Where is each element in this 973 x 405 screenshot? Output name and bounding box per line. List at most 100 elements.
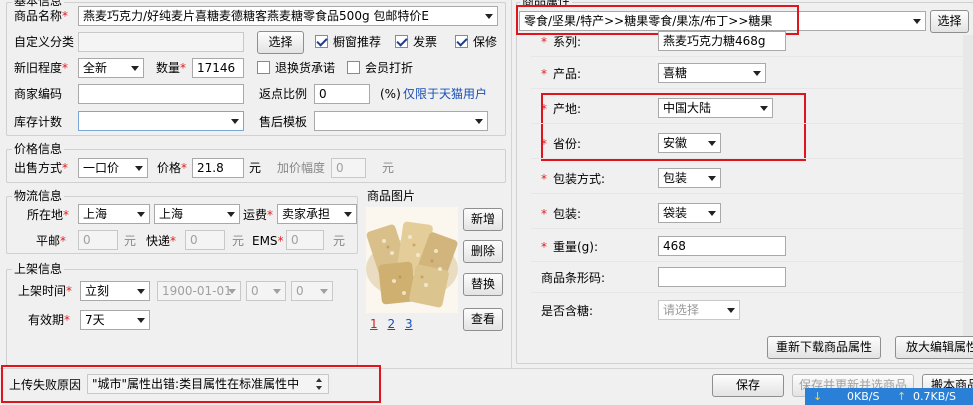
attribute-label: 商品条形码: (541, 268, 605, 288)
custom-category-select-button[interactable]: 选择 (257, 31, 304, 54)
validity-label: 有效期* (28, 313, 71, 327)
post-input[interactable]: 0 (78, 230, 118, 250)
validity-select[interactable]: 7天 (80, 310, 150, 330)
required-asterisk: * (541, 207, 547, 221)
attribute-input[interactable]: 468 (658, 236, 786, 256)
return-promise-label: 退换货承诺 (275, 61, 336, 75)
fail-reason-field[interactable]: "城市"属性出错:类目属性在标准属性中 (87, 374, 329, 394)
attribute-select[interactable]: 喜糖 (658, 63, 766, 83)
express-unit: 元 (232, 234, 245, 248)
chevron-down-icon (708, 176, 716, 181)
freight-label: 运费* (243, 208, 274, 222)
express-input[interactable]: 0 (185, 230, 225, 250)
product-thumbnail[interactable] (366, 207, 458, 313)
city-select[interactable]: 上海 (154, 204, 240, 224)
rebate-input[interactable]: 0 (314, 84, 370, 104)
logistics-title: 物流信息 (12, 189, 65, 203)
attribute-select[interactable]: 请选择 (658, 300, 740, 320)
image-view-button[interactable]: 查看 (463, 308, 503, 331)
listing-date-select[interactable]: 1900-01-01 (157, 281, 241, 301)
attribute-select-value: 袋装 (663, 206, 688, 220)
attribute-label-text: 重量(g): (553, 240, 599, 254)
attribute-label: * 包装方式: (541, 169, 605, 189)
redownload-attributes-button[interactable]: 重新下载商品属性 (767, 336, 881, 359)
attribute-label-text: 商品条形码: (541, 271, 606, 285)
attribute-row-divider (531, 193, 963, 194)
product-images-title: 商品图片 (367, 189, 416, 203)
price-label: 价格* (157, 161, 188, 175)
attribute-select[interactable]: 安徽 (658, 133, 721, 153)
listing-time-select[interactable]: 立刻 (80, 281, 150, 301)
required-asterisk: * (541, 240, 547, 254)
chevron-down-icon (708, 141, 716, 146)
attribute-label-text: 是否含糖: (541, 304, 594, 318)
attribute-select-value: 安徽 (663, 136, 688, 150)
image-delete-button[interactable]: 删除 (463, 240, 503, 263)
attribute-label-text: 包装方式: (553, 172, 606, 186)
save-button[interactable]: 保存 (712, 374, 784, 397)
express-label: 快递* (146, 234, 177, 248)
attribute-row-divider (531, 123, 963, 124)
attribute-input[interactable]: 燕麦巧克力糖468g (658, 31, 786, 51)
attribute-select[interactable]: 中国大陆 (658, 98, 773, 118)
invoice-label: 发票 (413, 35, 438, 49)
listing-hour-select[interactable]: 0 (246, 281, 286, 301)
condition-select[interactable]: 全新 (78, 58, 144, 78)
image-page-2[interactable]: 2 (387, 317, 395, 331)
warranty-checkbox[interactable] (455, 35, 468, 48)
enlarge-edit-attributes-button[interactable]: 放大编辑属性 (895, 336, 973, 359)
attribute-label: * 产品: (541, 64, 581, 84)
upload-arrow-icon: ↑ (897, 390, 907, 403)
image-pagination: 1 2 3 (370, 316, 430, 332)
attribute-label: * 重量(g): (541, 237, 598, 257)
image-page-3[interactable]: 3 (405, 317, 413, 331)
stock-count-select[interactable] (78, 111, 244, 131)
required-asterisk: * (541, 67, 547, 81)
chevron-down-icon (708, 211, 716, 216)
merchant-code-input[interactable] (78, 84, 244, 104)
member-discount-checkbox[interactable] (347, 61, 360, 74)
chevron-down-icon (727, 308, 735, 313)
category-select-button[interactable]: 选择 (930, 10, 969, 33)
quantity-input[interactable]: 17146 (192, 58, 244, 78)
attribute-input[interactable] (658, 267, 786, 287)
markup-unit: 元 (382, 161, 395, 175)
image-add-button[interactable]: 新增 (463, 208, 503, 231)
province-select[interactable]: 上海 (78, 204, 150, 224)
price-input[interactable]: 21.8 (192, 158, 244, 178)
return-promise-checkbox[interactable] (257, 61, 270, 74)
invoice-checkbox[interactable] (395, 35, 408, 48)
quantity-label: 数量* (156, 61, 187, 75)
attribute-select-value: 喜糖 (663, 66, 688, 80)
custom-category-input[interactable] (78, 32, 244, 52)
attribute-label: * 省份: (541, 134, 581, 154)
markup-input[interactable]: 0 (331, 158, 366, 178)
attribute-row-divider (531, 158, 963, 159)
attribute-select[interactable]: 包装 (658, 168, 721, 188)
sale-method-label: 出售方式* (14, 161, 69, 175)
ems-input[interactable]: 0 (286, 230, 324, 250)
category-select[interactable]: 零食/坚果/特产>>糖果零食/果冻/布丁>>糖果 (519, 11, 926, 31)
sale-method-select[interactable]: 一口价 (78, 158, 148, 178)
chevron-down-icon (760, 106, 768, 111)
freight-select[interactable]: 卖家承担 (277, 204, 357, 224)
attribute-select[interactable]: 袋装 (658, 203, 721, 223)
spin-down-icon[interactable] (316, 386, 322, 390)
attribute-row-divider (531, 56, 963, 57)
after-sale-select[interactable] (314, 111, 488, 131)
required-asterisk: * (541, 137, 547, 151)
product-name-input[interactable]: 燕麦巧克力/好纯麦片喜糖麦德糖客燕麦糖零食品500g 包邮特价E (78, 6, 498, 26)
window-recommend-label: 橱窗推荐 (333, 35, 382, 49)
merchant-code-label: 商家编码 (14, 87, 63, 101)
attribute-label-text: 产品: (553, 67, 582, 81)
attribute-row-divider (531, 292, 963, 293)
price-info-title: 价格信息 (12, 142, 65, 156)
image-page-1[interactable]: 1 (370, 317, 378, 331)
product-name-label: 商品名称* (14, 9, 69, 23)
image-replace-button[interactable]: 替换 (463, 273, 503, 296)
listing-minute-select[interactable]: 0 (291, 281, 333, 301)
attributes-scrollbar[interactable] (963, 35, 973, 355)
window-recommend-checkbox[interactable] (315, 35, 328, 48)
spin-up-icon[interactable] (316, 378, 322, 382)
rebate-note-link[interactable]: 仅限于天猫用户 (403, 84, 487, 104)
